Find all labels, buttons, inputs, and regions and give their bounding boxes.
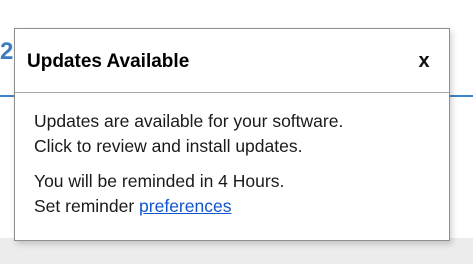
update-message-line1: Updates are available for your software. [34,111,344,131]
updates-popup: Updates Available x Updates are availabl… [14,28,450,241]
popup-title: Updates Available [27,51,190,72]
background-bottom-bar [0,238,473,264]
background-partial-number: 2 [0,38,14,65]
reminder-line: You will be reminded in 4 Hours. [34,171,285,191]
update-message: Updates are available for your software.… [34,109,439,159]
popup-header: Updates Available x [15,29,449,93]
update-message-line2: Click to review and install updates. [34,136,303,156]
reminder-message: You will be reminded in 4 Hours. Set rem… [34,169,439,219]
set-reminder-line: Set reminder preferences [34,194,439,219]
popup-body: Updates are available for your software.… [34,109,439,229]
set-reminder-prefix: Set reminder [34,196,140,216]
close-button[interactable]: x [413,49,435,73]
close-icon: x [418,49,430,72]
preferences-link[interactable]: preferences [139,196,231,216]
